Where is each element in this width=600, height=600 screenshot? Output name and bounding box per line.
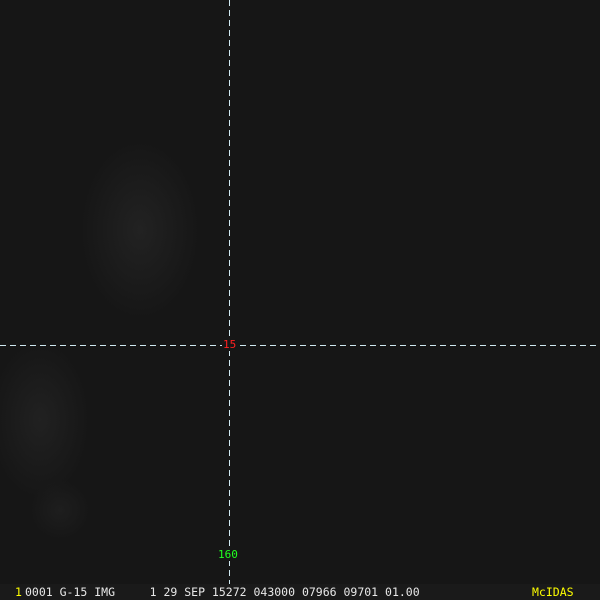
- image-info-bar: 1 0001 G-15 IMG 1 29 SEP 15272 043000 079…: [0, 584, 600, 600]
- frame-number: 1: [15, 585, 22, 599]
- longitude-line: [229, 0, 230, 584]
- satellite-image-display[interactable]: 15 160 1 0001 G-15 IMG 1 29 SEP 15272 043…: [0, 0, 600, 600]
- mcidas-logo: McIDAS: [532, 585, 574, 599]
- longitude-label: 160: [217, 548, 239, 561]
- image-metadata: 0001 G-15 IMG 1 29 SEP 15272 043000 0796…: [25, 585, 420, 599]
- latitude-line: [0, 345, 600, 346]
- latitude-label: 15: [222, 338, 238, 351]
